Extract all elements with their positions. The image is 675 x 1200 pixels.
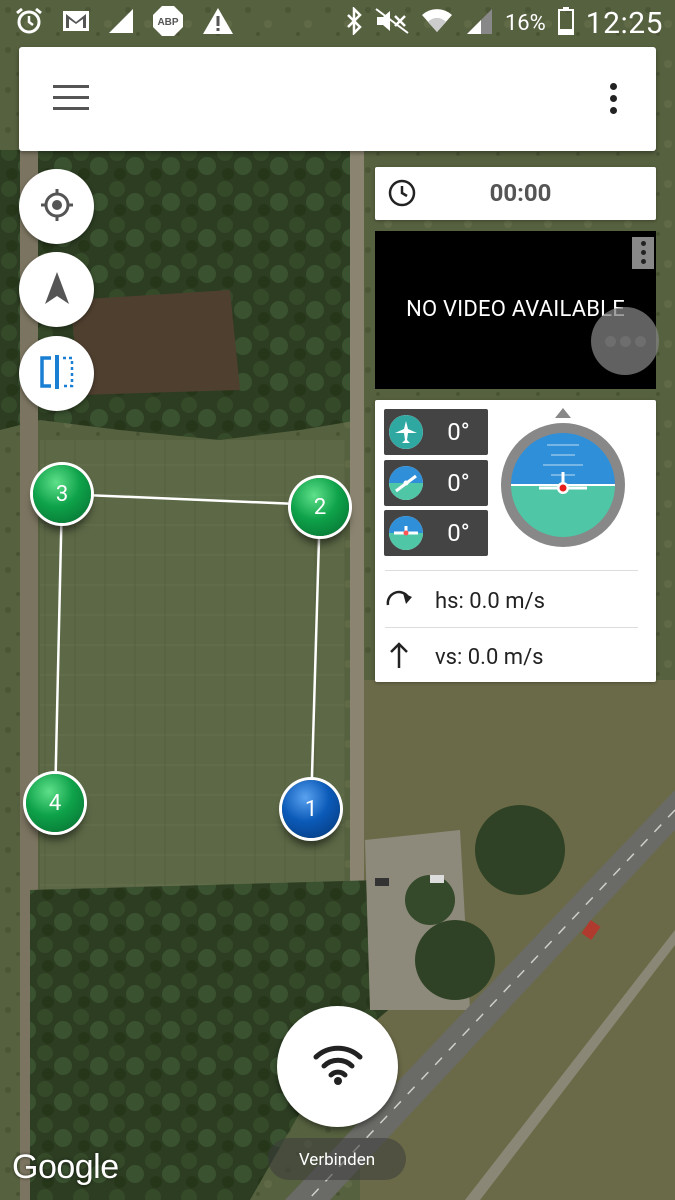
crosshair-icon — [40, 188, 74, 226]
clock-time: 12:25 — [585, 5, 663, 41]
wifi-signal-icon — [313, 1044, 363, 1090]
signal-cutout-icon — [108, 8, 134, 38]
svg-text:ABP: ABP — [157, 17, 178, 28]
waypoint-marker[interactable]: 2 — [291, 478, 349, 536]
alarm-icon — [14, 6, 44, 40]
battery-percent: 16% — [504, 10, 546, 36]
google-attribution: Google — [12, 1148, 119, 1186]
clock-icon — [388, 179, 416, 211]
yaw-readout: 0° — [384, 409, 488, 455]
divider — [385, 627, 638, 628]
split-view-button[interactable] — [19, 336, 94, 411]
menu-icon[interactable] — [53, 85, 89, 113]
yaw-value: 0° — [447, 418, 470, 446]
horizontal-speed-value: hs: 0.0 m/s — [435, 588, 545, 614]
roll-plane-icon — [389, 516, 423, 550]
vertical-speed-row: vs: 0.0 m/s — [385, 630, 636, 684]
flight-timer: 00:00 — [375, 167, 656, 220]
battery-icon — [557, 7, 574, 39]
navigation-arrow-icon — [44, 271, 70, 309]
video-menu-icon[interactable] — [632, 237, 654, 269]
horizontal-speed-row: hs: 0.0 m/s — [385, 574, 636, 628]
timer-value: 00:00 — [489, 179, 552, 207]
status-bar: ABP 16% 12:25 — [0, 0, 675, 46]
pitch-readout: 0° — [384, 460, 488, 506]
pitch-value: 0° — [447, 469, 470, 497]
video-panel[interactable]: NO VIDEO AVAILABLE — [375, 231, 659, 389]
waypoint-marker[interactable]: 1 — [282, 780, 340, 838]
waypoint-marker[interactable]: 4 — [26, 774, 84, 832]
yaw-plane-icon — [389, 415, 423, 449]
bluetooth-icon — [345, 5, 363, 39]
pitch-plane-icon — [389, 466, 423, 500]
artificial-horizon — [499, 408, 627, 560]
gmail-icon — [62, 9, 90, 37]
horizontal-speed-icon — [385, 587, 413, 615]
my-location-button[interactable] — [19, 169, 94, 244]
top-toolbar — [19, 47, 656, 151]
roll-readout: 0° — [384, 510, 488, 556]
waypoint-marker[interactable]: 3 — [33, 465, 91, 523]
mute-icon — [375, 8, 409, 38]
adblock-icon: ABP — [152, 5, 184, 41]
more-vert-icon[interactable] — [610, 83, 618, 115]
vertical-speed-value: vs: 0.0 m/s — [435, 644, 544, 670]
navigation-button[interactable] — [19, 252, 94, 327]
more-horiz-icon[interactable] — [591, 307, 659, 375]
divider — [385, 570, 638, 571]
cell-signal-icon — [465, 7, 493, 39]
warning-icon — [202, 7, 234, 39]
roll-value: 0° — [447, 519, 470, 547]
connect-button[interactable] — [277, 1006, 398, 1127]
wifi-icon — [421, 6, 453, 40]
vertical-speed-icon — [385, 641, 413, 673]
split-view-icon — [38, 353, 76, 395]
connect-label: Verbinden — [268, 1138, 406, 1180]
telemetry-panel: 0° 0° 0° hs: 0.0 m/s vs: 0.0 m/s — [375, 400, 656, 682]
